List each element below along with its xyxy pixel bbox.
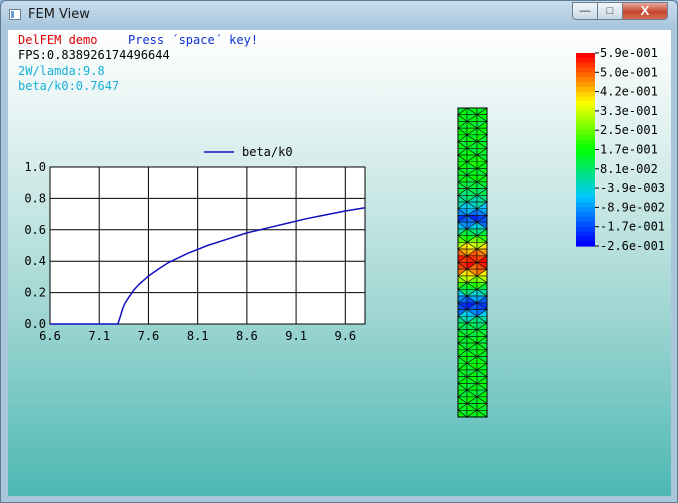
dispersion-plot: 6.6 7.1 7.6 8.1 8.6 9.1 9.6 0.0 0.2 0.4 0.6 0.8 1.0 b…: [24, 46, 665, 418]
colorbar-label: 5.0e-001: [600, 65, 658, 79]
colorbar-label: 2.5e-001: [600, 123, 658, 137]
colorbar-swatch: [576, 197, 595, 204]
colorbar-swatch: [576, 77, 595, 83]
colorbar-swatch: [576, 135, 595, 141]
close-button[interactable]: X: [622, 2, 668, 20]
colorbar-swatch: [576, 130, 595, 136]
colorbar-swatch: [576, 202, 595, 208]
colorbar-swatch: [576, 221, 595, 228]
colorbar-swatch: [576, 163, 595, 170]
colorbar-swatch: [576, 188, 595, 194]
colorbar-swatch: [576, 236, 595, 242]
x-tick-label: 9.1: [285, 329, 307, 343]
maximize-icon: □: [606, 5, 614, 17]
minimize-icon: —: [579, 5, 591, 17]
colorbar-swatch: [576, 173, 595, 180]
colorbar-swatch: [576, 120, 595, 126]
colorbar-swatch: [576, 212, 595, 218]
colorbar-label: -1.7e-001: [600, 220, 665, 234]
colorbar-label: -8.9e-002: [600, 200, 665, 214]
colorbar-swatch: [576, 241, 595, 247]
colorbar-swatch: [576, 86, 595, 93]
colorbar-label: 8.1e-002: [600, 162, 658, 176]
colorbar-swatch: [576, 231, 595, 237]
colorbar-swatch: [576, 62, 595, 69]
x-tick-label: 7.6: [138, 329, 160, 343]
colorbar-swatch: [576, 144, 595, 151]
colorbar-label: -3.9e-003: [600, 181, 665, 195]
y-tick-label: 0.8: [24, 191, 46, 205]
colorbar-swatch: [576, 226, 595, 233]
y-tick-label: 0.0: [24, 317, 46, 331]
colorbar-swatch: [576, 72, 595, 78]
colorbar-swatch: [576, 115, 595, 122]
y-tick-label: 0.4: [24, 254, 46, 268]
colorbar-swatch: [576, 159, 595, 165]
app-icon: [9, 9, 21, 20]
colorbar-swatch: [576, 101, 595, 107]
colorbar-label: -2.6e-001: [600, 239, 665, 253]
fem-view-window: FEM View — □ X DelFEM demo Press ´space´…: [0, 0, 678, 503]
colorbar-label: 5.9e-001: [600, 46, 658, 60]
title-bar[interactable]: FEM View — □ X: [1, 1, 677, 29]
maximize-button[interactable]: □: [597, 2, 623, 20]
colorbar-swatch: [576, 168, 595, 175]
colorbar-swatch: [576, 106, 595, 112]
colorbar-swatch: [576, 96, 595, 102]
gl-canvas[interactable]: DelFEM demo Press ´space´ key! FPS:0.838…: [8, 30, 671, 496]
colorbar-label: 4.2e-001: [600, 85, 658, 99]
x-tick-label: 7.1: [88, 329, 110, 343]
colorbar-swatch: [576, 81, 595, 88]
colorbar-label: 3.3e-001: [600, 104, 658, 118]
colorbar-label: 1.7e-001: [600, 143, 658, 157]
colorbar-swatch: [576, 125, 595, 131]
window-title: FEM View: [28, 7, 90, 22]
colorbar-swatch: [576, 139, 595, 146]
y-tick-label: 0.2: [24, 286, 46, 300]
colorbar-swatch: [576, 217, 595, 223]
colorbar-swatch: [576, 57, 595, 64]
colorbar-swatch: [576, 178, 595, 184]
colorbar-swatch: [576, 53, 595, 59]
colorbar-swatch: [576, 67, 595, 73]
x-tick-label: 8.1: [187, 329, 209, 343]
y-tick-label: 0.6: [24, 223, 46, 237]
minimize-button[interactable]: —: [572, 2, 598, 20]
colorbar-swatch: [576, 207, 595, 213]
y-tick-label: 1.0: [24, 160, 46, 174]
colorbar-swatch: [576, 183, 595, 189]
x-tick-label: 8.6: [236, 329, 258, 343]
colorbar-swatch: [576, 91, 595, 98]
x-tick-label: 6.6: [39, 329, 61, 343]
colorbar-swatch: [576, 149, 595, 155]
colorbar-swatch: [576, 110, 595, 117]
colorbar-swatch: [576, 154, 595, 160]
x-tick-label: 9.6: [334, 329, 356, 343]
close-icon: X: [640, 3, 650, 18]
colorbar-swatch: [576, 192, 595, 199]
legend-label: beta/k0: [242, 145, 293, 159]
